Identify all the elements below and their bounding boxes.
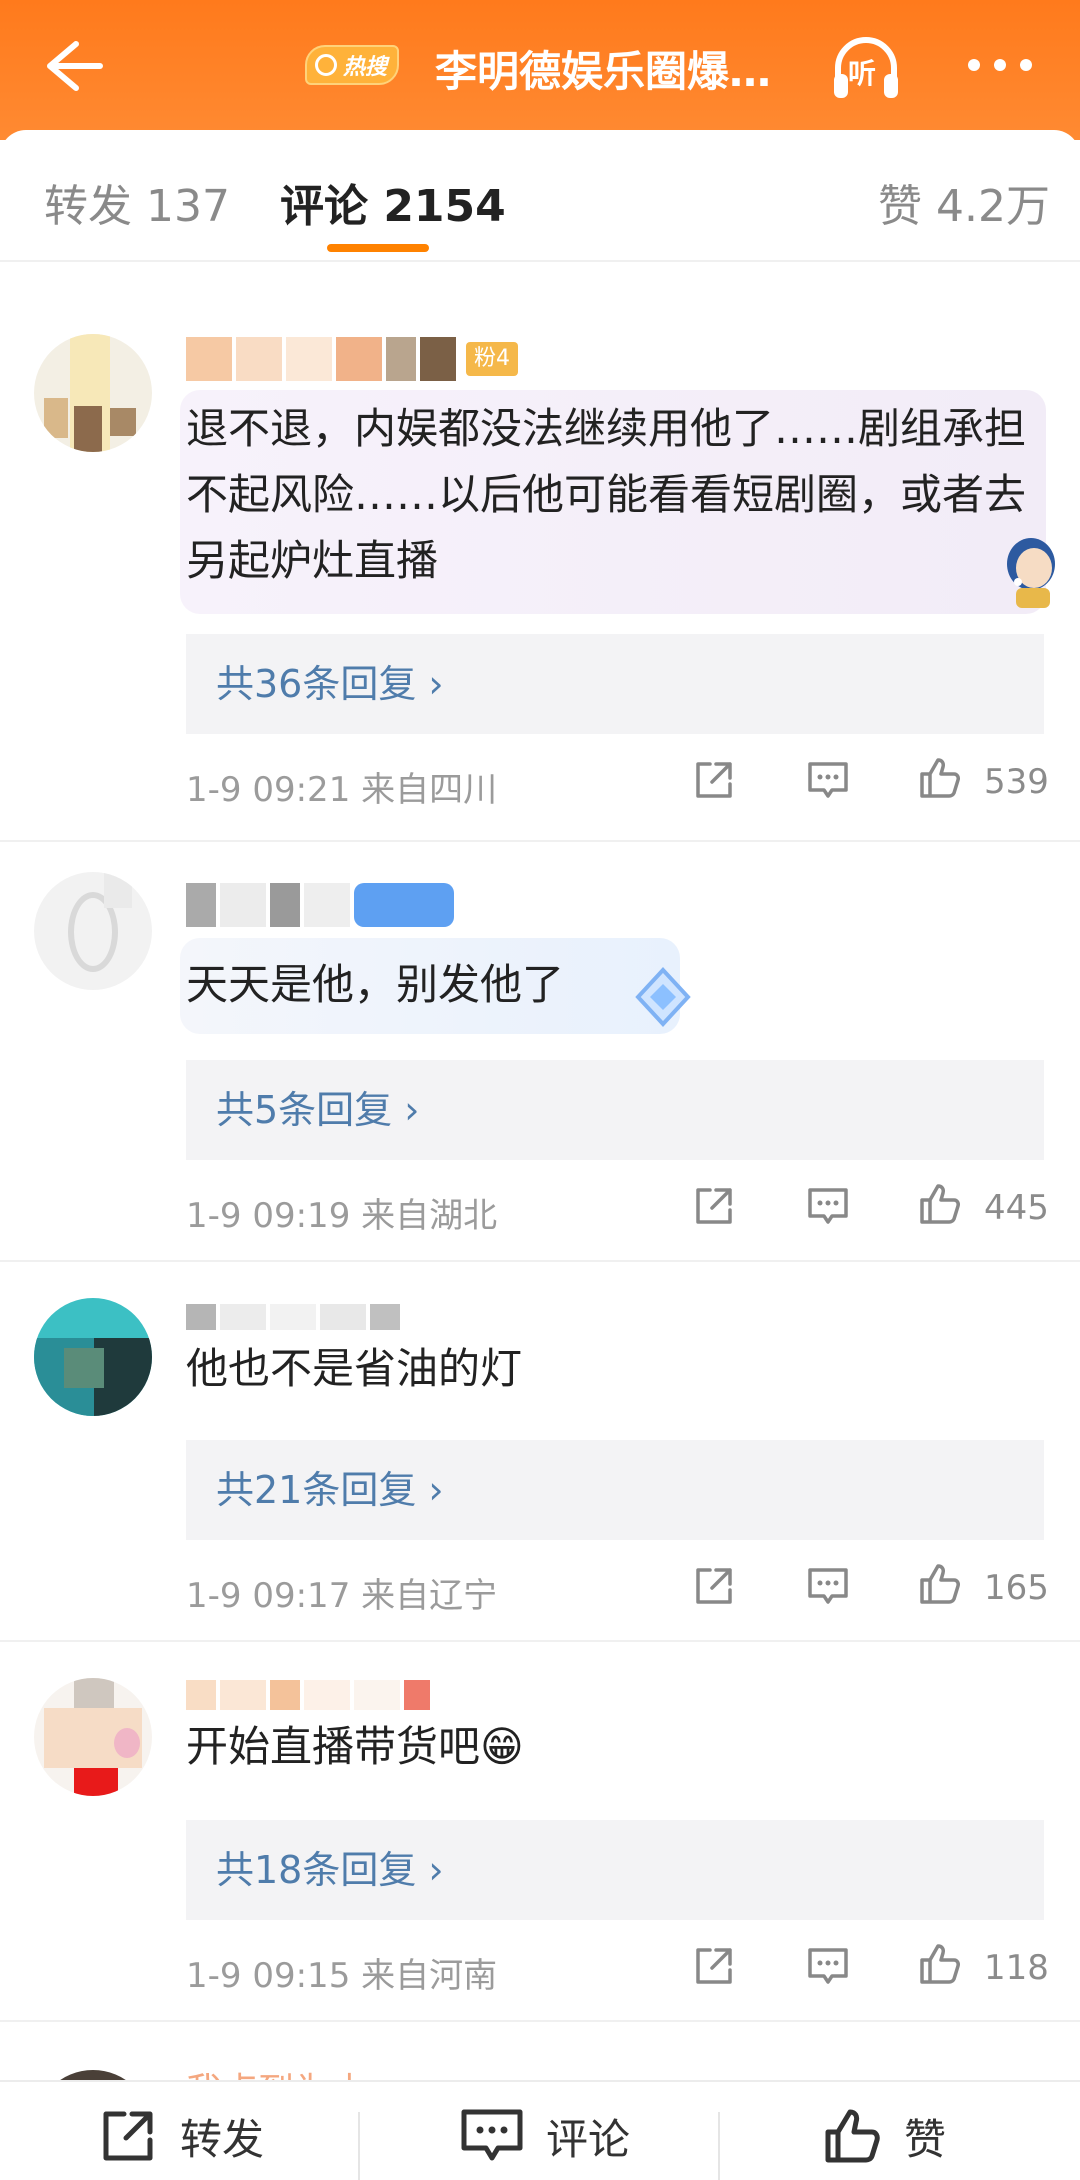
comment-meta: 1-9 09:19 来自湖北 [186,1196,498,1236]
comment-item: 开始直播带货吧😁 共18条回复 › 1-9 09:15 来自河南 118 [0,1642,1080,2022]
repost-label: 转发 [180,2114,265,2164]
detail-sheet: 转发 137 评论 2154 赞 4.2万 粉4 退不退，内娱都没法继续用他了…… [0,130,1080,2180]
view-replies-link[interactable]: 共5条回复 › [186,1060,1044,1160]
listen-button[interactable]: 听 [828,30,904,106]
comment-text: 他也不是省油的灯 [186,1344,523,1393]
divider [718,2112,720,2180]
username[interactable] [186,880,454,930]
comment-item: 他也不是省油的灯 共21条回复 › 1-9 09:17 来自辽宁 165 [0,1262,1080,1642]
comment-button[interactable]: 评论 [458,2104,630,2168]
top-bar: 热搜 李明德娱乐圈爆… 听 [0,0,1080,140]
bottom-action-bar: 转发 评论 赞 [0,2080,1080,2180]
like-label: 赞 [904,2114,947,2164]
avatar[interactable] [34,334,152,452]
share-icon[interactable] [690,1182,738,1230]
avatar[interactable] [34,872,152,990]
like-icon[interactable] [916,1180,964,1228]
comment-icon[interactable] [804,756,852,804]
comment-text: 退不退，内娱都没法继续用他了……剧组承担不起风险……以后他可能看看短剧圈，或者去… [186,404,1027,585]
page-title[interactable]: 李明德娱乐圈爆… [435,38,795,99]
divider [358,2112,360,2180]
hot-search-label: 热搜 [343,55,388,80]
comment-meta: 1-9 09:21 来自四川 [186,770,498,810]
like-button[interactable]: 赞 [820,2104,946,2168]
like-count: 165 [984,1568,1049,1608]
like-count: 539 [984,762,1049,802]
active-tab-indicator [327,244,429,252]
tab-repost[interactable]: 转发 137 [44,170,230,234]
share-icon[interactable] [690,756,738,804]
search-icon [315,54,337,76]
more-options-button[interactable] [968,50,1038,80]
like-icon[interactable] [916,1940,964,1988]
like-icon[interactable] [916,1560,964,1608]
like-count: 445 [984,1188,1049,1228]
more-dot-icon [994,59,1006,71]
back-button[interactable] [36,30,108,102]
username[interactable] [186,1670,430,1720]
comment-meta: 1-9 09:15 来自河南 [186,1956,498,1996]
more-dot-icon [1020,59,1032,71]
back-arrow-icon [47,41,103,91]
avatar[interactable] [34,1678,152,1796]
view-replies-link[interactable]: 共18条回复 › [186,1820,1044,1920]
comment-text: 天天是他，别发他了 [186,960,565,1009]
like-icon [825,2109,880,2163]
comment-text: 开始直播带货吧😁 [186,1722,524,1771]
comment-icon [461,2109,523,2161]
tab-likes[interactable]: 赞 4.2万 [878,170,1050,234]
comment-icon[interactable] [804,1942,852,1990]
comment-item: 粉4 退不退，内娱都没法继续用他了……剧组承担不起风险……以后他可能看看短剧圈，… [0,296,1080,842]
share-icon[interactable] [690,1942,738,1990]
avatar[interactable] [34,1298,152,1416]
like-icon[interactable] [916,754,964,802]
hot-search-badge[interactable]: 热搜 [305,45,400,85]
share-icon[interactable] [690,1562,738,1610]
share-icon [103,2111,153,2161]
username[interactable] [186,1292,400,1342]
listen-label: 听 [848,57,877,90]
tab-bar: 转发 137 评论 2154 赞 4.2万 [0,130,1080,262]
view-replies-link[interactable]: 共36条回复 › [186,634,1044,734]
comment-label: 评论 [546,2114,631,2164]
comment-icon[interactable] [804,1562,852,1610]
view-replies-link[interactable]: 共21条回复 › [186,1440,1044,1540]
like-count: 118 [984,1948,1049,1988]
comment-item: 天天是他，别发他了 共5条回复 › 1-9 09:19 来自湖北 445 [0,842,1080,1262]
more-dot-icon [968,59,980,71]
repost-button[interactable]: 转发 [96,2104,264,2168]
comment-meta: 1-9 09:17 来自辽宁 [186,1576,498,1616]
fan-level-badge: 粉4 [466,342,518,376]
username[interactable]: 粉4 [186,334,518,384]
comment-icon[interactable] [804,1182,852,1230]
tab-comments[interactable]: 评论 2154 [280,170,506,234]
